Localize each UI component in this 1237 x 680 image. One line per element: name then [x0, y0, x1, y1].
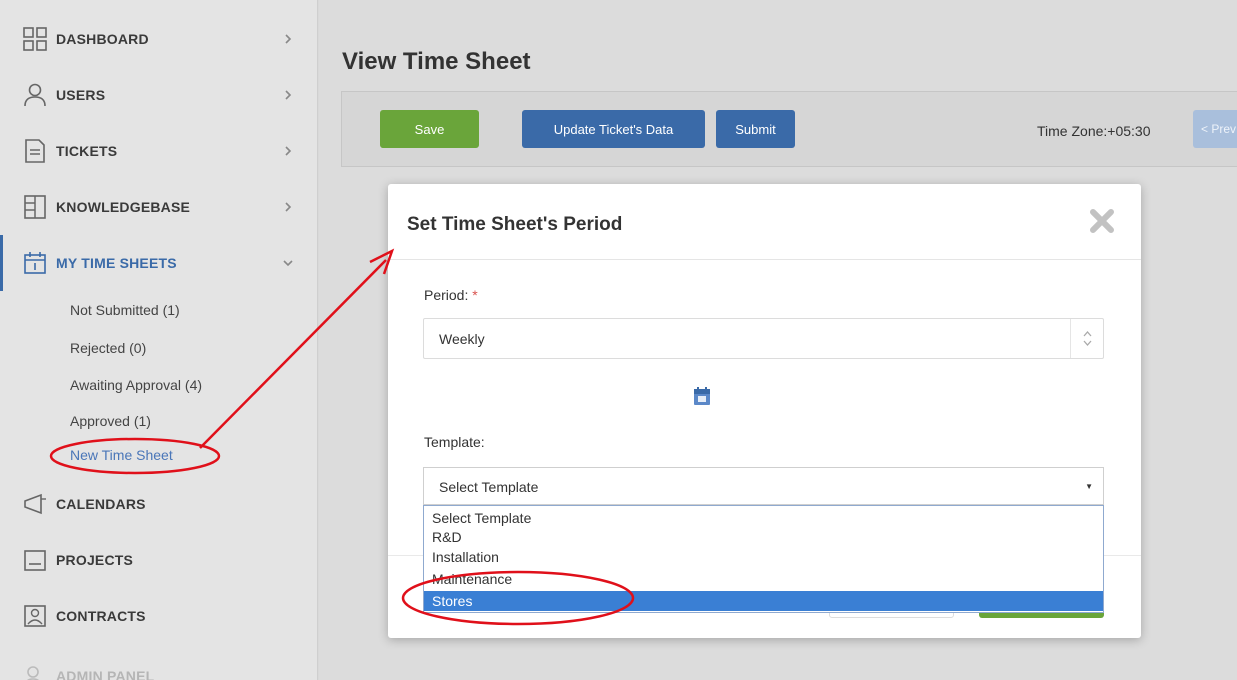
- document-icon: [25, 139, 45, 163]
- sidebar-item-label: DASHBOARD: [56, 31, 149, 47]
- user-icon: [24, 83, 46, 107]
- sidebar-item-dashboard[interactable]: DASHBOARD: [0, 11, 318, 67]
- prev-button[interactable]: < Prev: [1193, 110, 1237, 148]
- caret-down-icon: ▼: [1085, 482, 1093, 491]
- sidebar-item-label: CALENDARS: [56, 496, 146, 512]
- sidebar-subitem-not-submitted[interactable]: Not Submitted (1): [70, 302, 180, 318]
- calendar-icon: [24, 252, 46, 274]
- sidebar-item-label: CONTRACTS: [56, 608, 146, 624]
- modal-title: Set Time Sheet's Period: [407, 214, 623, 235]
- template-option-maintenance[interactable]: Maintenance: [424, 569, 1103, 589]
- chevron-down-icon: [283, 260, 293, 267]
- admin-icon: [26, 666, 40, 680]
- sidebar: DASHBOARD USERS TICKETS KNOWLEDGEBASE MY…: [0, 0, 318, 680]
- sidebar-item-label: ADMIN PANEL: [56, 668, 155, 680]
- time-zone-label: Time Zone:+05:30: [1037, 123, 1151, 139]
- sidebar-item-label: TICKETS: [56, 143, 118, 159]
- sidebar-item-my-time-sheets[interactable]: MY TIME SHEETS: [0, 235, 318, 291]
- template-label: Template:: [424, 434, 485, 450]
- page-title: View Time Sheet: [342, 48, 531, 75]
- update-tickets-data-button[interactable]: Update Ticket's Data: [522, 110, 705, 148]
- modal-header: Set Time Sheet's Period: [388, 184, 1141, 260]
- sidebar-subitem-new-time-sheet[interactable]: New Time Sheet: [70, 447, 173, 463]
- template-option-installation[interactable]: Installation: [424, 547, 1103, 567]
- folder-icon: [24, 550, 46, 571]
- template-option-select-template[interactable]: Select Template: [424, 508, 1103, 528]
- template-option-stores[interactable]: Stores: [424, 591, 1103, 611]
- sidebar-subitem-approved[interactable]: Approved (1): [70, 413, 151, 429]
- template-value: Select Template: [439, 479, 539, 495]
- book-icon: [24, 195, 46, 219]
- sidebar-item-knowledgebase[interactable]: KNOWLEDGEBASE: [0, 179, 318, 235]
- save-button[interactable]: Save: [380, 110, 479, 148]
- period-select[interactable]: Weekly: [423, 318, 1104, 359]
- period-value: Weekly: [439, 331, 485, 347]
- sidebar-item-projects[interactable]: PROJECTS: [0, 532, 318, 588]
- sidebar-item-label: KNOWLEDGEBASE: [56, 199, 191, 215]
- sidebar-item-label: USERS: [56, 87, 106, 103]
- megaphone-icon: [24, 493, 46, 515]
- chevron-right-icon: [285, 202, 292, 212]
- submit-button[interactable]: Submit: [716, 110, 795, 148]
- period-spinner[interactable]: [1070, 319, 1103, 358]
- required-mark: *: [472, 287, 478, 303]
- template-dropdown: Select Template R&D Installation Mainten…: [423, 505, 1104, 613]
- template-option-rnd[interactable]: R&D: [424, 527, 1103, 547]
- up-down-arrows-icon: [1083, 331, 1092, 346]
- period-label: Period: *: [424, 287, 478, 303]
- sidebar-item-users[interactable]: USERS: [0, 67, 318, 123]
- sidebar-item-calendars[interactable]: CALENDARS: [0, 476, 318, 532]
- close-icon[interactable]: [1088, 207, 1116, 235]
- toolbar: Save Update Ticket's Data Submit Time Zo…: [341, 91, 1237, 167]
- period-label-text: Period:: [424, 287, 469, 303]
- sidebar-item-admin-panel[interactable]: ADMIN PANEL: [0, 648, 318, 680]
- chevron-right-icon: [285, 146, 292, 156]
- sidebar-item-label: MY TIME SHEETS: [56, 255, 177, 271]
- sidebar-item-label: PROJECTS: [56, 552, 134, 568]
- template-select[interactable]: Select Template ▼: [423, 467, 1104, 505]
- chevron-right-icon: [285, 90, 292, 100]
- sidebar-subitem-rejected[interactable]: Rejected (0): [70, 340, 146, 356]
- sidebar-item-contracts[interactable]: CONTRACTS: [0, 588, 318, 644]
- sidebar-item-tickets[interactable]: TICKETS: [0, 123, 318, 179]
- sidebar-subitem-awaiting-approval[interactable]: Awaiting Approval (4): [70, 377, 202, 393]
- contract-icon: [24, 605, 46, 627]
- set-period-modal: Set Time Sheet's Period Period: * Weekly…: [388, 184, 1141, 638]
- grid-icon: [23, 27, 47, 51]
- calendar-icon[interactable]: [694, 387, 710, 405]
- chevron-right-icon: [285, 34, 292, 44]
